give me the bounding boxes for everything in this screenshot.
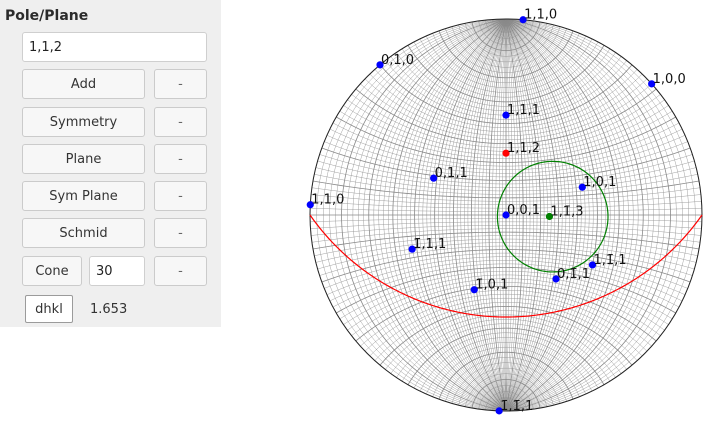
pole-7-label: 1̄,1,1 — [413, 237, 446, 252]
pole-4-label: 0,1,1 — [435, 166, 468, 181]
pole-1-label: 0,1,0 — [381, 53, 414, 68]
pole-2-label: 1,0,0 — [653, 72, 686, 87]
pole-6-label: 1,0,1 — [583, 175, 616, 190]
pole-10-label: 1̄,0,1 — [475, 278, 508, 293]
cone-pole-label: 1,1̄,3 — [550, 205, 583, 220]
selected-pole-label: 1,1,2 — [507, 141, 540, 156]
pole-8-label: 0,0,1 — [507, 203, 540, 218]
pole-5-label: 1,1,0 — [311, 193, 344, 208]
pole-11-label: 0,1̄,1 — [557, 267, 590, 282]
stereographic-projection[interactable]: 1,1,0 0,1,0 1,0,0 1,1,1 0,1,1 1,1,0 1,0,1 1̄,1,… — [0, 0, 718, 421]
pole-9-label: 1,1̄,1 — [593, 253, 626, 268]
pole-0-label: 1,1,0 — [524, 8, 557, 23]
pole-3-label: 1,1,1 — [507, 103, 540, 118]
pole-12-label: 1̄,1̄,1 — [500, 399, 533, 414]
